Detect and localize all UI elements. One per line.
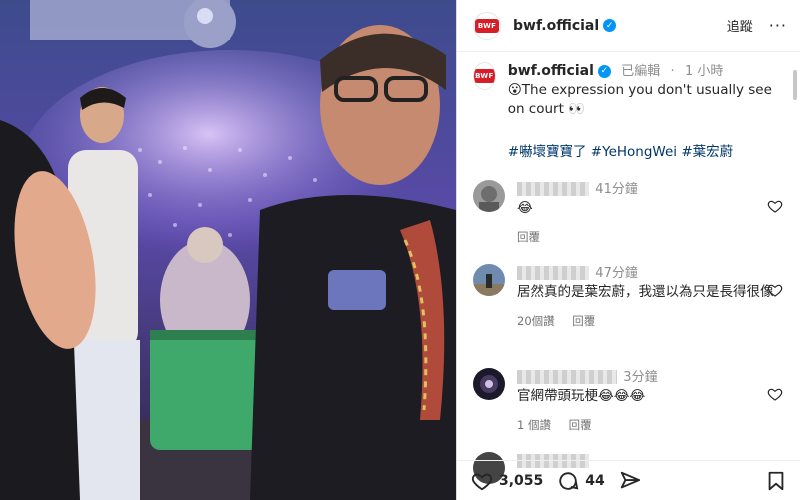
commenter-avatar[interactable] — [473, 180, 505, 212]
caption-edited: 已編輯 — [621, 64, 661, 79]
verified-icon: ✓ — [603, 19, 617, 32]
post-action-bar: 3,055 44 — [457, 460, 800, 500]
commenter-username-blurred — [517, 266, 589, 280]
commenter-avatar[interactable] — [473, 368, 505, 400]
bookmark-icon[interactable] — [765, 470, 787, 492]
photo-illustration — [0, 0, 456, 500]
comment-time: 3分鐘 — [623, 370, 658, 385]
heart-icon[interactable] — [471, 470, 493, 492]
account-avatar[interactable]: BWF — [473, 11, 501, 40]
caption-username[interactable]: bwf.official — [508, 63, 594, 79]
comment-item: 3分鐘 官網帶頭玩梗😂😂😂 1 個讚 回覆 — [473, 368, 783, 435]
post-caption: BWF bwf.official ✓ 已編輯 · 1 小時 😮The expres… — [473, 62, 783, 162]
commenter-avatar[interactable] — [473, 264, 505, 296]
reply-button[interactable]: 回覆 — [517, 230, 540, 244]
heart-icon[interactable] — [767, 282, 783, 298]
bwf-logo-icon: BWF — [475, 18, 499, 33]
comment-item: 41分鐘 😂 回覆 — [473, 180, 783, 247]
caption-separator: · — [670, 64, 675, 79]
bwf-logo-icon: BWF — [474, 69, 495, 83]
comment-time: 41分鐘 — [595, 182, 638, 197]
post-photo — [0, 0, 456, 500]
scrollbar[interactable] — [793, 70, 797, 100]
comment-item: 47分鐘 居然真的是葉宏蔚，我還以為只是長得很像 20個讚 回覆 — [473, 264, 783, 331]
reply-button[interactable]: 回覆 — [572, 314, 595, 328]
reply-button[interactable]: 回覆 — [569, 418, 592, 432]
comment-text: 官網帶頭玩梗😂😂😂 — [517, 388, 646, 404]
commenter-username-blurred — [517, 182, 589, 196]
like-count[interactable]: 1 個讚 — [517, 418, 551, 432]
verified-icon: ✓ — [597, 64, 611, 78]
caption-time: 1 小時 — [684, 64, 724, 79]
instagram-post-panel: BWF bwf.official ✓ 追蹤 ··· BWF bwf.offici… — [456, 0, 800, 500]
caption-hashtags[interactable]: #嚇壞寶寶了 #YeHongWei #葉宏蔚 — [508, 143, 783, 162]
like-count[interactable]: 20個讚 — [517, 314, 555, 328]
comment-icon[interactable] — [557, 470, 579, 492]
comment-count[interactable]: 44 — [585, 473, 604, 489]
commenter-username-blurred — [517, 370, 617, 384]
like-count[interactable]: 3,055 — [499, 473, 543, 489]
account-username[interactable]: bwf.official — [513, 18, 599, 34]
share-icon[interactable] — [619, 470, 641, 492]
caption-avatar[interactable]: BWF — [473, 62, 496, 90]
comment-text: 居然真的是葉宏蔚，我還以為只是長得很像 — [517, 284, 774, 300]
post-header: BWF bwf.official ✓ 追蹤 ··· — [457, 0, 800, 52]
more-options-icon[interactable]: ··· — [769, 16, 787, 35]
follow-button[interactable]: 追蹤 — [727, 16, 753, 35]
heart-icon[interactable] — [767, 386, 783, 402]
comment-time: 47分鐘 — [595, 266, 638, 281]
comment-text: 😂 — [517, 200, 533, 216]
heart-icon[interactable] — [767, 198, 783, 214]
caption-text: 😮The expression you don't usually see on… — [507, 82, 772, 117]
